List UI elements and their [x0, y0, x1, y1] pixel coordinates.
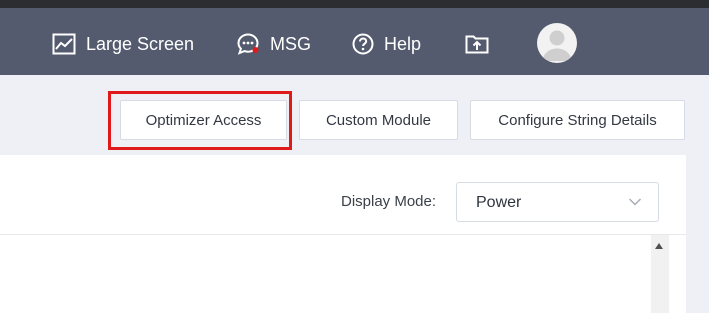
top-navigation-bar: Large Screen MSG Help — [0, 0, 709, 75]
help-icon — [352, 33, 374, 55]
panel-body — [0, 236, 651, 313]
nav-msg-label: MSG — [270, 33, 312, 54]
display-mode-select[interactable]: Power — [456, 182, 659, 222]
user-avatar-icon — [542, 30, 572, 61]
custom-module-button[interactable]: Custom Module — [299, 100, 458, 140]
configure-string-details-label: Configure String Details — [498, 111, 657, 129]
display-mode-label: Display Mode: — [341, 193, 437, 210]
configure-string-details-button[interactable]: Configure String Details — [470, 100, 685, 140]
optimizer-access-label: Optimizer Access — [145, 111, 262, 129]
chat-icon — [237, 33, 259, 55]
upload-button[interactable] — [465, 28, 489, 60]
display-mode-value: Power — [476, 194, 522, 211]
nav-msg[interactable]: MSG — [236, 28, 311, 60]
nav-help[interactable]: Help — [352, 28, 421, 60]
panel-toolbar: Display Mode: Power — [0, 155, 686, 235]
nav-help-label: Help — [384, 33, 422, 54]
chevron-down-icon — [628, 198, 642, 206]
user-avatar[interactable] — [537, 23, 577, 63]
vertical-scrollbar[interactable] — [651, 235, 669, 313]
content-panel: Display Mode: Power — [0, 155, 686, 313]
scroll-up-arrow-icon[interactable] — [655, 243, 663, 249]
window-title-strip — [0, 0, 709, 8]
nav-large-screen-label: Large Screen — [86, 33, 195, 54]
chart-icon — [52, 33, 76, 55]
optimizer-access-button[interactable]: Optimizer Access — [120, 100, 287, 140]
nav-large-screen[interactable]: Large Screen — [52, 28, 194, 60]
upload-folder-icon — [465, 35, 489, 54]
custom-module-label: Custom Module — [325, 111, 432, 129]
